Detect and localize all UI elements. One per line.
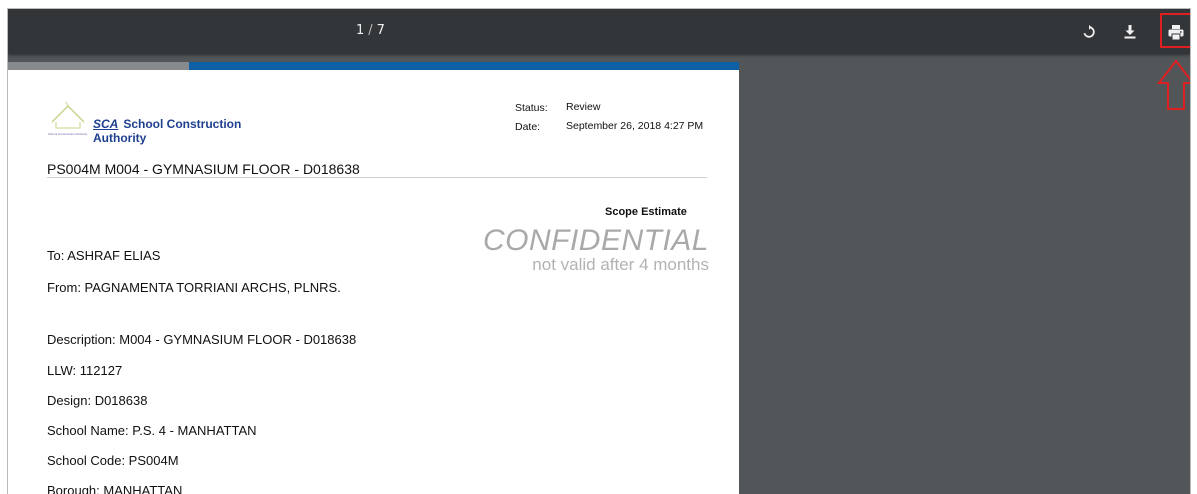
- up-arrow-icon: [1157, 59, 1190, 110]
- total-pages: 7: [376, 23, 386, 38]
- validity-note: not valid after 4 months: [532, 255, 709, 274]
- date-label: Date:: [515, 121, 541, 133]
- header-band: [189, 62, 739, 70]
- design-field: Design: D018638: [47, 393, 148, 408]
- print-highlight-box: [1160, 13, 1190, 48]
- logo-text: SCA School Construction Authority: [93, 117, 296, 145]
- viewer-toolbar: 1/7: [8, 9, 1190, 54]
- page-counter: 1/7: [356, 23, 386, 38]
- borough-field: Borough: MANHATTAN: [47, 483, 183, 494]
- to-field: To: ASHRAF ELIAS: [47, 248, 161, 263]
- previous-page-edge: [8, 62, 739, 70]
- status-value: Review: [566, 101, 601, 113]
- house-logo-icon: [51, 101, 85, 129]
- document-page: SCA School Construction Authority School …: [8, 70, 739, 494]
- sca-logo: SCA School Construction Authority School …: [46, 100, 296, 145]
- download-icon: [1124, 25, 1136, 39]
- pdf-viewer: 1/7 SCA School Construction Authority Sc…: [7, 8, 1191, 494]
- school-name-field: School Name: P.S. 4 - MANHATTAN: [47, 423, 257, 438]
- from-field: From: PAGNAMENTA TORRIANI ARCHS, PLNRS.: [47, 280, 341, 295]
- logo-abbr: SCA: [93, 117, 119, 131]
- logo-tagline: School Construction Authority: [48, 132, 88, 136]
- scope-estimate-label: Scope Estimate: [605, 206, 687, 218]
- rotate-button[interactable]: [1076, 19, 1102, 45]
- document-title: PS004M M004 - GYMNASIUM FLOOR - D018638: [47, 161, 360, 177]
- page-separator: /: [368, 23, 374, 38]
- llw-field: LLW: 112127: [47, 363, 123, 378]
- school-code-field: School Code: PS004M: [47, 453, 179, 468]
- confidential-watermark: CONFIDENTIAL: [482, 224, 709, 257]
- description-field: Description: M004 - GYMNASIUM FLOOR - D0…: [47, 332, 357, 347]
- download-button[interactable]: [1117, 19, 1143, 45]
- title-divider: [47, 177, 707, 178]
- date-value: September 26, 2018 4:27 PM: [566, 120, 704, 132]
- rotate-icon: [1083, 25, 1095, 38]
- status-label: Status:: [515, 102, 548, 114]
- current-page[interactable]: 1: [356, 23, 365, 38]
